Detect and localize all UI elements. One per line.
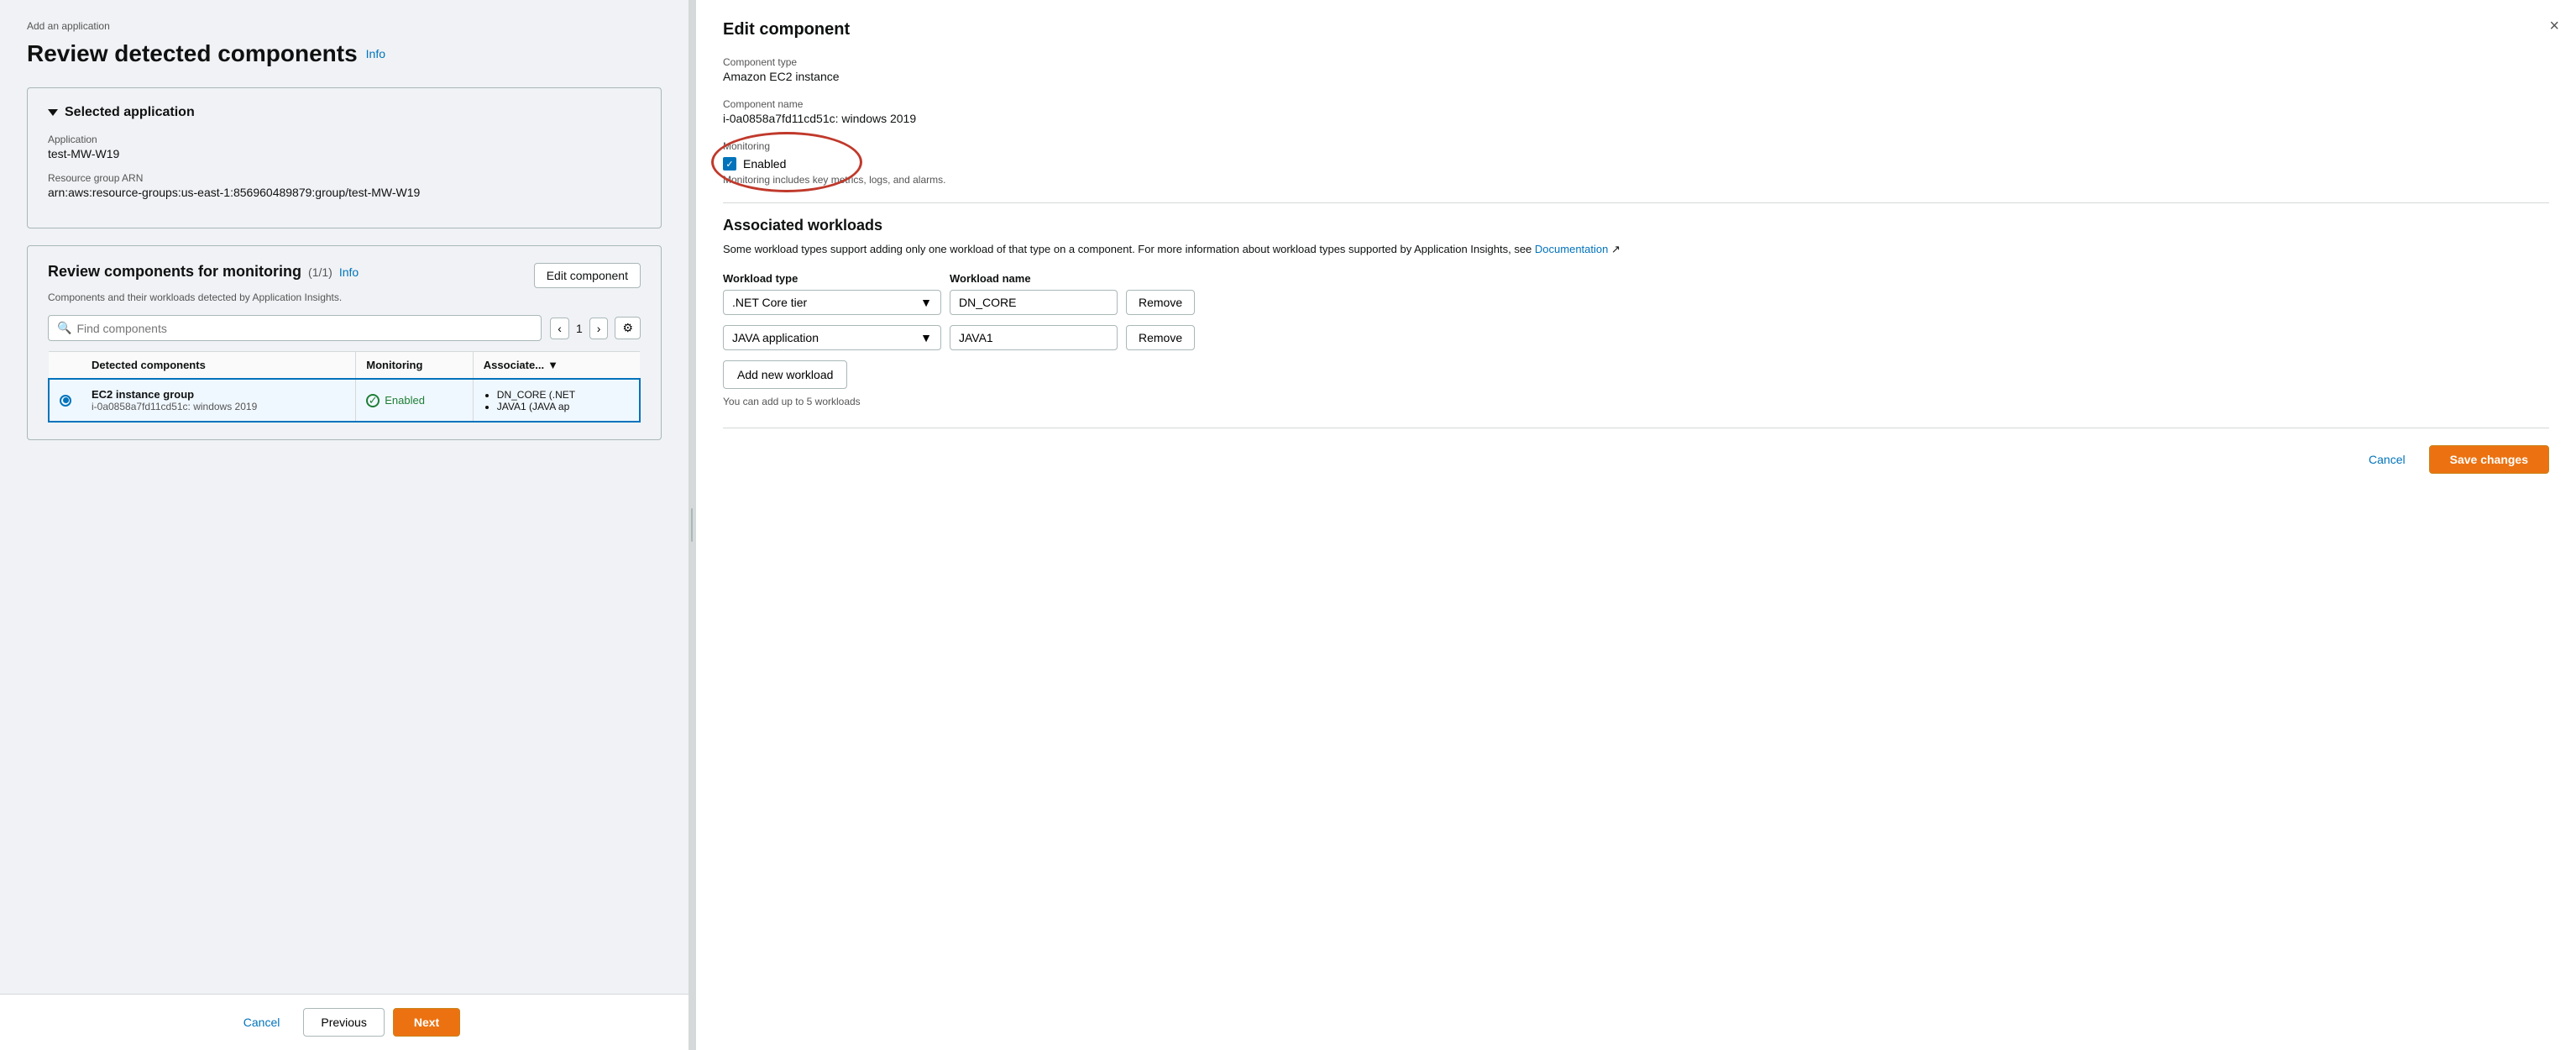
remove-workload-button-1[interactable]: Remove — [1126, 290, 1195, 315]
left-footer: Cancel Previous Next — [0, 994, 689, 1050]
monitoring-label: Monitoring — [723, 140, 786, 152]
col-associate: Associate... ▼ — [473, 352, 640, 380]
page-title: Review detected components Info — [27, 40, 662, 67]
remove-workload-button-2[interactable]: Remove — [1126, 325, 1195, 350]
section-divider — [723, 202, 2549, 203]
resource-group-arn-label: Resource group ARN — [48, 172, 641, 184]
component-sub-name: i-0a0858a7fd11cd51c: windows 2019 — [92, 401, 345, 412]
previous-button[interactable]: Previous — [303, 1008, 384, 1037]
add-workload-button[interactable]: Add new workload — [723, 360, 847, 389]
count-badge: (1/1) — [308, 265, 332, 279]
prev-page-button[interactable]: ‹ — [550, 318, 569, 339]
left-panel: Add an application Review detected compo… — [0, 0, 689, 1050]
radio-icon — [60, 395, 71, 407]
panel-divider[interactable] — [689, 0, 695, 1050]
workload-row-2: JAVA application ▼ Remove — [723, 325, 2549, 350]
edit-component-button[interactable]: Edit component — [534, 263, 641, 288]
review-header: Review components for monitoring (1/1) I… — [48, 263, 641, 288]
close-button[interactable]: × — [2549, 17, 2559, 36]
workload-type-select-1[interactable]: .NET Core tier ▼ — [723, 290, 941, 315]
associated-workloads-title: Associated workloads — [723, 217, 2549, 234]
monitoring-status: ✓ Enabled — [366, 394, 463, 407]
monitoring-checkbox[interactable]: ✓ — [723, 157, 736, 171]
review-subtitle: Components and their workloads detected … — [48, 291, 641, 303]
save-changes-button[interactable]: Save changes — [2429, 445, 2549, 474]
col-monitoring: Monitoring — [356, 352, 474, 380]
panel-title: Edit component — [723, 20, 2549, 39]
col-select — [49, 352, 81, 380]
page-number: 1 — [576, 322, 583, 335]
workloads-desc: Some workload types support adding only … — [723, 241, 2549, 258]
workload-name-col-label: Workload name — [950, 271, 1118, 285]
pagination: ‹ 1 › ⚙ — [550, 317, 641, 339]
application-value: test-MW-W19 — [48, 147, 641, 160]
workload-col-headers: Workload type Workload name — [723, 271, 2549, 285]
workload-name-input-1[interactable] — [950, 290, 1118, 315]
documentation-link[interactable]: Documentation — [1535, 243, 1608, 255]
resource-group-arn-value: arn:aws:resource-groups:us-east-1:856960… — [48, 186, 641, 199]
monitoring-section: Monitoring ✓ Enabled Monitoring includes… — [723, 140, 2549, 186]
table-row[interactable]: EC2 instance group i-0a0858a7fd11cd51c: … — [49, 379, 640, 422]
left-content: Add an application Review detected compo… — [0, 0, 689, 994]
col-detected-components: Detected components — [81, 352, 356, 380]
row-radio[interactable] — [49, 379, 81, 422]
monitoring-checkbox-row: ✓ Enabled — [723, 157, 786, 171]
component-name-cell: EC2 instance group i-0a0858a7fd11cd51c: … — [81, 379, 356, 422]
selected-application-box: Selected application Application test-MW… — [27, 87, 662, 228]
selected-app-header: Selected application — [48, 105, 641, 120]
workload-row-1: .NET Core tier ▼ Remove — [723, 290, 2549, 315]
search-input-wrapper[interactable]: 🔍 — [48, 315, 542, 341]
component-type-label: Component type — [723, 56, 2549, 68]
workloads-cell: DN_CORE (.NET JAVA1 (JAVA ap — [473, 379, 640, 422]
components-table: Detected components Monitoring Associate… — [48, 351, 641, 423]
workload-type-select-2[interactable]: JAVA application ▼ — [723, 325, 941, 350]
search-icon: 🔍 — [57, 321, 71, 335]
right-footer: Cancel Save changes — [723, 428, 2549, 474]
review-title-wrapper: Review components for monitoring (1/1) I… — [48, 263, 359, 281]
settings-button[interactable]: ⚙ — [615, 317, 641, 339]
right-cancel-button[interactable]: Cancel — [2353, 445, 2421, 474]
component-type-value: Amazon EC2 instance — [723, 70, 2549, 83]
next-page-button[interactable]: › — [589, 318, 609, 339]
search-input[interactable] — [76, 322, 532, 335]
workloads-list: DN_CORE (.NET JAVA1 (JAVA ap — [484, 389, 629, 412]
info-link[interactable]: Info — [366, 47, 385, 60]
next-button[interactable]: Next — [393, 1008, 460, 1037]
review-info-link[interactable]: Info — [339, 265, 359, 279]
list-item: JAVA1 (JAVA ap — [497, 401, 629, 412]
review-components-section: Review components for monitoring (1/1) I… — [27, 245, 662, 440]
list-item: DN_CORE (.NET — [497, 389, 629, 401]
monitoring-enabled-label: Enabled — [743, 157, 786, 171]
component-main-name: EC2 instance group — [92, 388, 345, 401]
application-label: Application — [48, 134, 641, 145]
breadcrumb: Add an application — [27, 20, 662, 32]
workload-type-col-label: Workload type — [723, 271, 941, 285]
collapse-icon — [48, 109, 58, 116]
component-name-label: Component name — [723, 98, 2549, 110]
workload-name-input-2[interactable] — [950, 325, 1118, 350]
monitoring-cell: ✓ Enabled — [356, 379, 474, 422]
check-circle-icon: ✓ — [366, 394, 380, 407]
cancel-button[interactable]: Cancel — [228, 1009, 296, 1036]
monitoring-hint: Monitoring includes key metrics, logs, a… — [723, 174, 2549, 186]
workload-limit: You can add up to 5 workloads — [723, 396, 2549, 407]
search-bar: 🔍 ‹ 1 › ⚙ — [48, 315, 641, 341]
right-panel: × Edit component Component type Amazon E… — [695, 0, 2576, 1050]
component-name-value: i-0a0858a7fd11cd51c: windows 2019 — [723, 112, 2549, 125]
